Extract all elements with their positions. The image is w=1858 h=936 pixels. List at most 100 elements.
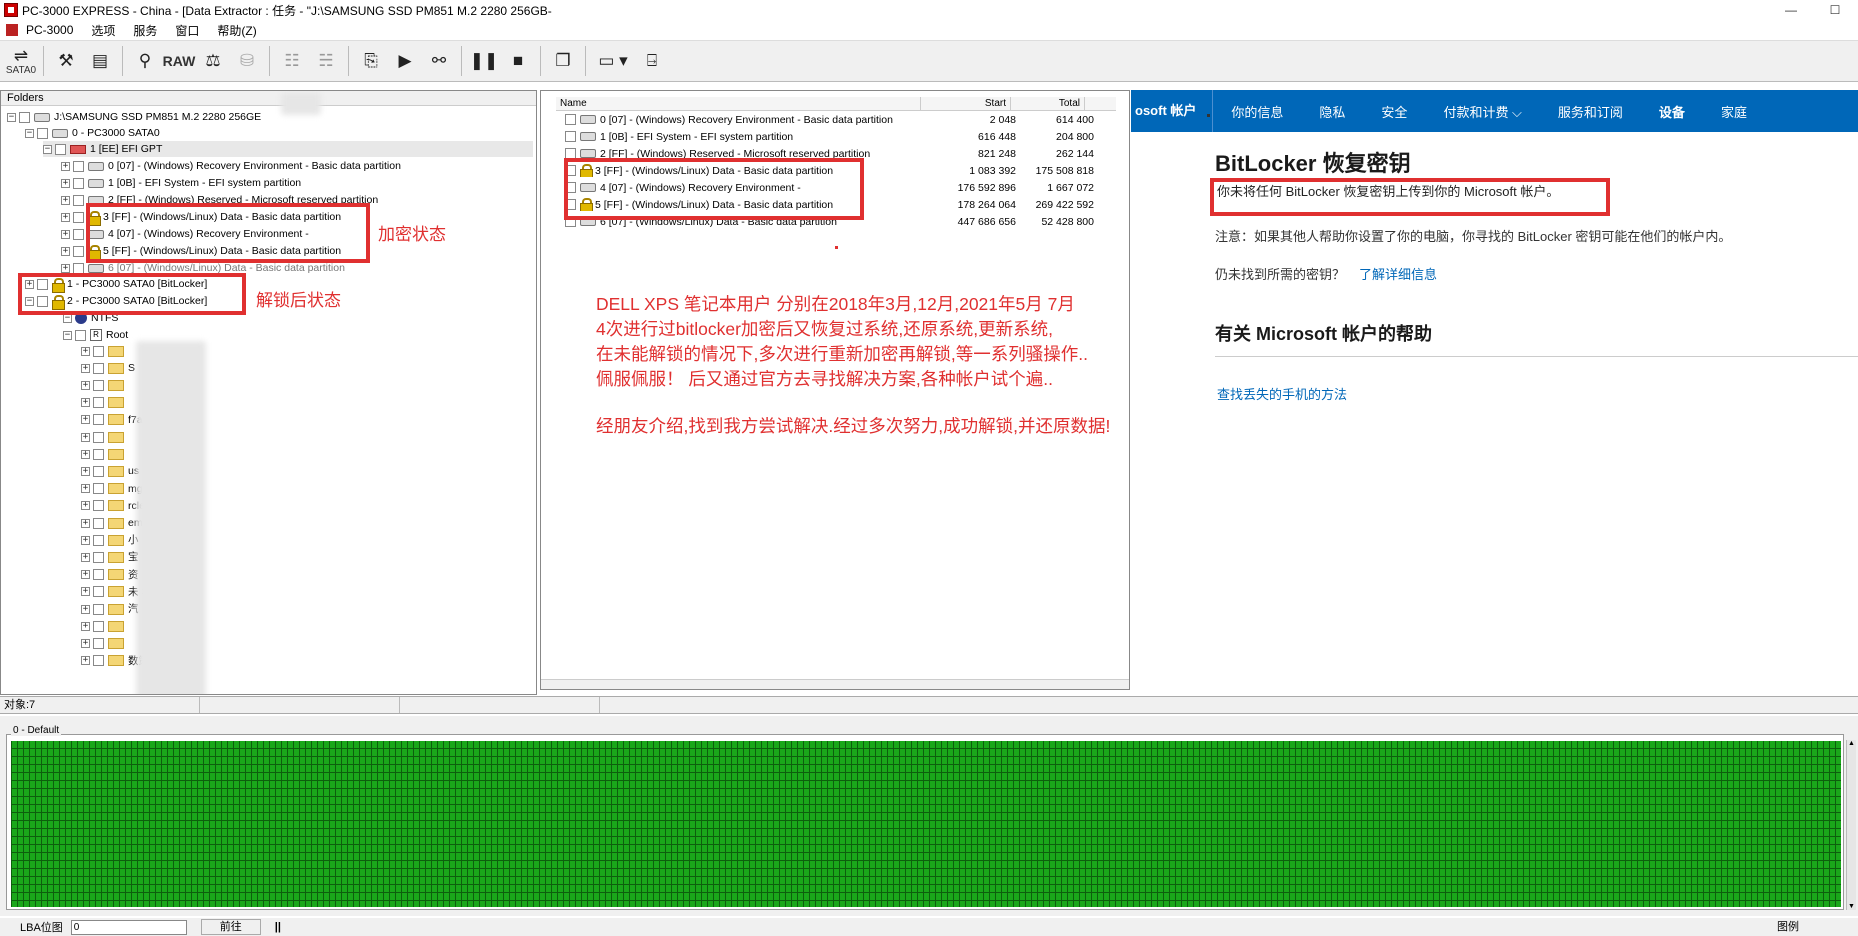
tree-folder-node[interactable]: + <box>81 446 128 462</box>
stop-button[interactable]: ■ <box>501 44 535 78</box>
collapse-icon[interactable]: − <box>63 330 72 340</box>
menu-window[interactable]: 窗口 <box>173 22 201 39</box>
checkbox[interactable] <box>19 111 30 123</box>
expand-icon[interactable]: + <box>61 263 70 273</box>
tree-folder-node[interactable]: + <box>81 635 128 651</box>
nav-devices[interactable]: 设备 <box>1641 102 1703 121</box>
expand-icon[interactable]: + <box>81 380 90 390</box>
expand-icon[interactable]: + <box>81 501 90 511</box>
tree-partition-node[interactable]: + 1 [0B] - EFI System - EFI system parti… <box>61 175 301 191</box>
expand-icon[interactable]: + <box>81 398 90 408</box>
checkbox[interactable] <box>93 397 104 409</box>
checkbox[interactable] <box>93 517 104 529</box>
expand-icon[interactable]: + <box>61 195 70 205</box>
tree-folder-node[interactable]: + S <box>81 360 135 376</box>
checkbox[interactable] <box>73 160 84 172</box>
collapse-icon[interactable]: − <box>43 144 52 154</box>
collapse-icon[interactable]: − <box>7 112 16 122</box>
checkbox[interactable] <box>93 551 104 563</box>
pause-button[interactable]: ❚❚ <box>467 44 501 78</box>
nav-payment[interactable]: 付款和计费 ⌵ <box>1425 102 1539 121</box>
checkbox[interactable] <box>565 131 576 142</box>
expand-icon[interactable]: + <box>81 587 90 597</box>
expand-icon[interactable]: + <box>81 552 90 562</box>
collapse-icon[interactable]: − <box>25 128 34 138</box>
expand-icon[interactable]: + <box>81 570 90 580</box>
tree-folder-node[interactable]: + <box>81 618 128 634</box>
horizontal-scrollbar[interactable] <box>541 679 1129 689</box>
network-button[interactable]: ⚯ <box>422 44 456 78</box>
tree-expand-button[interactable]: ☵ <box>309 44 343 78</box>
nav-your-info[interactable]: 你的信息 <box>1213 102 1301 121</box>
tree-gpt-node[interactable]: − 1 [EE] EFI GPT <box>43 141 533 157</box>
balance-button[interactable]: ⚖ <box>196 44 230 78</box>
tree-folder-node[interactable]: + 汽 <box>81 601 139 617</box>
expand-icon[interactable]: + <box>61 178 70 188</box>
checkbox[interactable] <box>55 143 66 155</box>
expand-icon[interactable]: + <box>81 432 90 442</box>
checkbox[interactable] <box>93 362 104 374</box>
checkbox[interactable] <box>93 483 104 495</box>
menu-help[interactable]: 帮助(Z) <box>215 22 258 39</box>
expand-icon[interactable]: + <box>81 518 90 528</box>
tree-view-button[interactable]: ☷ <box>275 44 309 78</box>
expand-icon[interactable]: + <box>81 484 90 494</box>
exit-button[interactable]: ⍈ <box>635 44 669 78</box>
expand-icon[interactable]: + <box>61 246 70 256</box>
checkbox[interactable] <box>93 603 104 615</box>
tree-partition-node[interactable]: + 0 [07] - (Windows) Recovery Environmen… <box>61 158 401 174</box>
list-row[interactable]: 0 [07] - (Windows) Recovery Environment … <box>565 111 1125 128</box>
tree-root-node[interactable]: − R Root <box>63 327 128 343</box>
windows-button[interactable]: ❐ <box>546 44 580 78</box>
tree-folder-node[interactable]: + 资 <box>81 567 139 583</box>
menu-pc3000[interactable]: PC-3000 <box>24 23 75 37</box>
col-start[interactable]: Start <box>921 97 1011 110</box>
checkbox[interactable] <box>73 228 84 240</box>
tools-button[interactable]: ⚒ <box>49 44 83 78</box>
nav-security[interactable]: 安全 <box>1363 102 1425 121</box>
checkbox[interactable] <box>93 379 104 391</box>
sector-map-grid[interactable] <box>11 741 1841 907</box>
tree-folder-node[interactable]: + <box>81 343 128 359</box>
tree-folder-node[interactable]: + 小 <box>81 532 139 548</box>
checkbox[interactable] <box>73 211 84 223</box>
tree-disk-node[interactable]: − J:\SAMSUNG SSD PM851 M.2 2280 256GE <box>7 109 261 125</box>
ms-brand[interactable]: osoft 帐户 <box>1131 90 1214 132</box>
expand-icon[interactable]: + <box>81 604 90 614</box>
expand-icon[interactable]: + <box>81 656 90 666</box>
checkbox[interactable] <box>93 637 104 649</box>
menu-service[interactable]: 服务 <box>131 22 159 39</box>
nav-privacy[interactable]: 隐私 <box>1301 102 1363 121</box>
minimize-button[interactable]: — <box>1768 0 1814 20</box>
disk-button[interactable]: ⛁ <box>230 44 264 78</box>
export-button[interactable]: ⎘ <box>354 44 388 78</box>
map-pause-button[interactable]: || <box>275 921 281 933</box>
checkbox[interactable] <box>37 127 48 139</box>
checkbox[interactable] <box>93 465 104 477</box>
view-dropdown-button[interactable]: ▭ ▾ <box>591 44 635 78</box>
maximize-button[interactable]: ☐ <box>1812 0 1858 20</box>
map-vertical-scrollbar[interactable] <box>1846 740 1856 910</box>
find-lost-phone-link[interactable]: 查找丢失的手机的方法 <box>1217 384 1347 403</box>
checkbox[interactable] <box>93 620 104 632</box>
lba-input[interactable]: 0 <box>70 919 187 935</box>
expand-icon[interactable]: + <box>81 621 90 631</box>
expand-icon[interactable]: + <box>81 638 90 648</box>
checkbox[interactable] <box>93 534 104 546</box>
checkbox[interactable] <box>93 448 104 460</box>
checkbox[interactable] <box>75 329 86 341</box>
expand-icon[interactable]: + <box>61 161 70 171</box>
nav-family[interactable]: 家庭 <box>1703 102 1765 121</box>
legend-button[interactable]: 图例 <box>1748 919 1828 935</box>
col-total[interactable]: Total <box>1011 97 1085 110</box>
expand-icon[interactable]: + <box>81 346 90 356</box>
raw-button[interactable]: RAW <box>162 44 196 78</box>
checkbox[interactable] <box>93 345 104 357</box>
expand-icon[interactable]: + <box>81 363 90 373</box>
tree-folder-node[interactable]: + <box>81 377 128 393</box>
checkbox[interactable] <box>93 500 104 512</box>
checkbox[interactable] <box>73 245 84 257</box>
list-row[interactable]: 1 [0B] - EFI System - EFI system partiti… <box>565 128 1125 145</box>
expand-icon[interactable]: + <box>81 535 90 545</box>
tree-sata0-node[interactable]: − 0 - PC3000 SATA0 <box>25 125 160 141</box>
